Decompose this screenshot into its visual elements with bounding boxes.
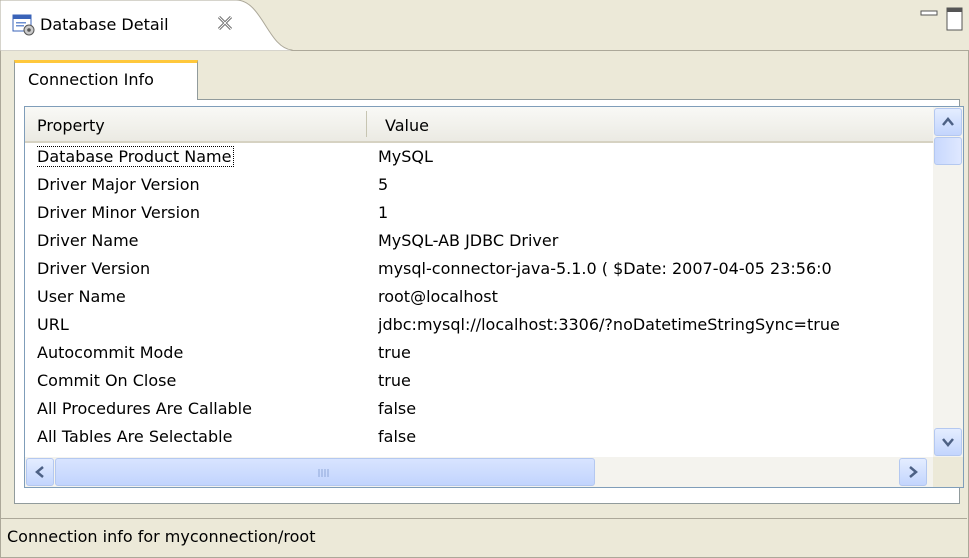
table-row[interactable]: Driver Name MySQL-AB JDBC Driver <box>25 226 933 254</box>
value-cell: 5 <box>378 175 389 194</box>
value-cell: 1 <box>378 203 389 222</box>
property-cell: All Procedures Are Callable <box>37 399 252 418</box>
view-tab-database-detail[interactable]: Database Detail <box>0 0 293 51</box>
column-header-value[interactable]: Value <box>385 107 429 141</box>
property-cell: Database Product Name <box>37 142 367 170</box>
chevron-down-icon <box>942 438 954 447</box>
value-cell: mysql-connector-java-5.1.0 ( $Date: 2007… <box>378 259 832 278</box>
table-row[interactable]: URL jdbc:mysql://localhost:3306/?noDatet… <box>25 310 933 338</box>
property-cell: Commit On Close <box>37 371 177 390</box>
horizontal-scrollbar[interactable] <box>25 457 933 487</box>
tab-connection-info[interactable]: Connection Info <box>14 60 198 100</box>
scroll-up-button[interactable] <box>934 108 962 136</box>
property-cell: Driver Major Version <box>37 175 200 194</box>
scroll-left-button[interactable] <box>26 458 54 486</box>
minimize-icon[interactable] <box>920 8 938 22</box>
property-cell: Driver Minor Version <box>37 203 200 222</box>
property-cell: Driver Version <box>37 259 151 278</box>
table-header: Property Value <box>25 107 933 143</box>
table-row[interactable]: All Tables Are Selectable false <box>25 422 933 450</box>
value-cell: false <box>378 427 417 446</box>
table-row[interactable]: Driver Major Version 5 <box>25 170 933 198</box>
status-bar: Connection info for myconnection/root <box>1 518 967 557</box>
chevron-up-icon <box>942 117 954 126</box>
scrollbar-corner <box>933 457 963 487</box>
property-cell: Autocommit Mode <box>37 343 184 362</box>
value-cell: jdbc:mysql://localhost:3306/?noDatetimeS… <box>378 315 840 334</box>
chevron-left-icon <box>35 466 44 478</box>
chevron-right-icon <box>909 466 918 478</box>
scroll-down-button[interactable] <box>934 428 962 456</box>
value-cell: true <box>378 371 411 390</box>
value-cell: true <box>378 343 411 362</box>
table-row[interactable]: Driver Version mysql-connector-java-5.1.… <box>25 254 933 282</box>
database-view-icon <box>12 14 36 36</box>
grip-icon <box>318 469 329 477</box>
table-row[interactable]: Driver Minor Version 1 <box>25 198 933 226</box>
column-divider[interactable] <box>366 111 367 137</box>
value-cell: root@localhost <box>378 287 498 306</box>
view-title: Database Detail <box>40 15 169 34</box>
property-cell: URL <box>37 315 69 334</box>
vertical-scroll-thumb[interactable] <box>934 137 962 165</box>
value-cell: MySQL <box>378 147 433 166</box>
value-cell: MySQL-AB JDBC Driver <box>378 231 559 250</box>
maximize-icon[interactable] <box>946 6 964 32</box>
horizontal-scroll-thumb[interactable] <box>55 458 595 486</box>
property-cell: All Tables Are Selectable <box>37 427 233 446</box>
focused-property-cell: Database Product Name <box>37 146 235 167</box>
property-cell: Driver Name <box>37 231 139 250</box>
property-cell: User Name <box>37 287 126 306</box>
value-cell: false <box>378 399 417 418</box>
table-row[interactable]: Commit On Close true <box>25 366 933 394</box>
scroll-right-button[interactable] <box>899 458 927 486</box>
status-text: Connection info for myconnection/root <box>7 527 316 546</box>
table-row[interactable]: User Name root@localhost <box>25 282 933 310</box>
table-row[interactable]: All Procedures Are Callable false <box>25 394 933 422</box>
properties-table: Property Value Database Product Name MyS… <box>24 106 964 488</box>
vertical-scrollbar[interactable] <box>933 107 963 457</box>
column-header-property[interactable]: Property <box>37 107 105 141</box>
table-row[interactable]: Autocommit Mode true <box>25 338 933 366</box>
close-icon[interactable] <box>214 12 236 34</box>
table-row[interactable]: Database Product Name MySQL <box>25 142 933 170</box>
tab-label: Connection Info <box>28 70 154 89</box>
view-header: Database Detail <box>0 0 969 51</box>
